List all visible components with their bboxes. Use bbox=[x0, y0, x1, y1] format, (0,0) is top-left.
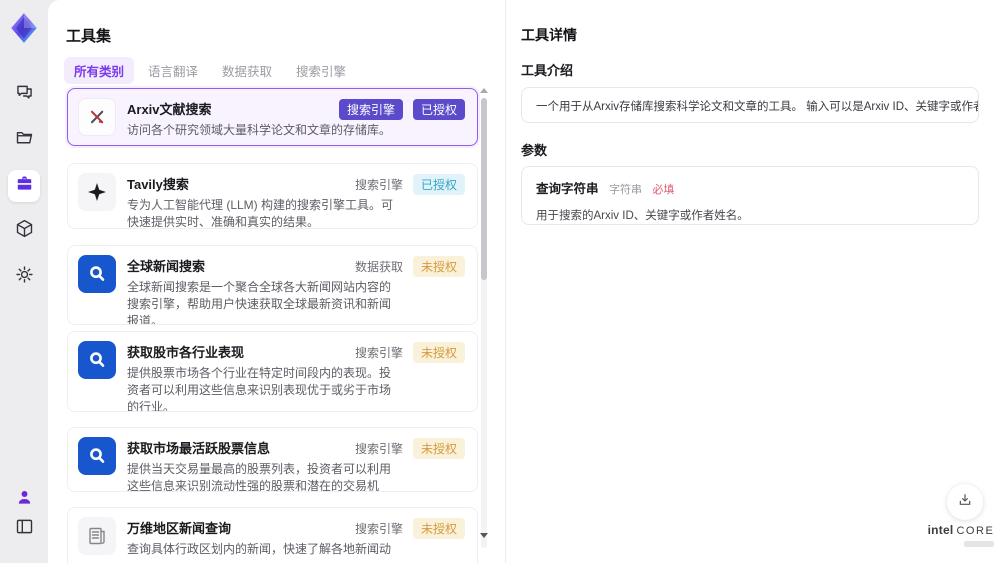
auth-badge: 未授权 bbox=[412, 518, 465, 539]
tool-card-tavily[interactable]: Tavily搜索 专为人工智能代理 (LLM) 构建的搜索引擎工具。可快速提供实… bbox=[67, 163, 478, 229]
core-logo-text: core bbox=[956, 525, 995, 537]
parameter-type: 字符串 bbox=[608, 184, 642, 196]
tab-data-acquisition[interactable]: 数据获取 bbox=[212, 57, 282, 84]
tool-card-most-active-stocks[interactable]: 获取市场最活跃股票信息 提供当天交易量最高的股票列表，投资者可以利用这些信息来识… bbox=[67, 427, 478, 492]
nav-packages-button[interactable] bbox=[8, 215, 40, 247]
blue-search-icon bbox=[78, 341, 116, 379]
category-badge: 搜索引擎 bbox=[354, 346, 403, 360]
app-gem-logo bbox=[7, 11, 41, 45]
tab-search-engine[interactable]: 搜索引擎 bbox=[286, 57, 356, 84]
category-badge: 搜索引擎 bbox=[354, 442, 403, 456]
briefcase-icon bbox=[14, 173, 35, 199]
category-badge: 搜索引擎 bbox=[354, 522, 403, 536]
params-heading: 参数 bbox=[521, 143, 548, 158]
nav-account-button[interactable] bbox=[8, 484, 40, 516]
auth-badge: 已授权 bbox=[412, 174, 465, 195]
intro-heading: 工具介绍 bbox=[521, 63, 574, 78]
category-badge: 数据获取 bbox=[354, 260, 403, 274]
tab-all-categories[interactable]: 所有类别 bbox=[64, 57, 135, 84]
tool-description: 提供当天交易量最高的股票列表，投资者可以利用这些信息来识别流动性强的股票和潜在的… bbox=[127, 462, 392, 492]
list-scrollbar-thumb[interactable] bbox=[481, 98, 487, 280]
tool-card-global-news[interactable]: 全球新闻搜索 全球新闻搜索是一个聚合全球各大新闻网站内容的搜索引擎，帮助用户快速… bbox=[67, 245, 478, 325]
parameter-header: 查询字符串 字符串 必填 bbox=[536, 178, 964, 198]
package-icon bbox=[14, 218, 35, 244]
parameter-description: 用于搜索的Arxiv ID、关键字或作者姓名。 bbox=[536, 210, 749, 222]
parameter-required-label: 必填 bbox=[652, 184, 675, 196]
download-button[interactable] bbox=[947, 484, 983, 520]
category-badge: 搜索引擎 bbox=[338, 99, 403, 120]
layout-panel-icon bbox=[14, 516, 35, 542]
nav-chat-button[interactable] bbox=[8, 79, 40, 111]
parameter-card: 查询字符串 字符串 必填 用于搜索的Arxiv ID、关键字或作者姓名。 bbox=[521, 166, 979, 225]
gear-icon bbox=[14, 264, 35, 290]
page-title: 工具集 bbox=[66, 28, 112, 45]
intro-text: 一个用于从Arxiv存储库搜索科学论文和文章的工具。 输入可以是Arxiv ID… bbox=[536, 101, 979, 113]
parameter-name: 查询字符串 bbox=[536, 182, 599, 196]
nav-tools-button[interactable] bbox=[8, 170, 40, 202]
blue-search-icon bbox=[78, 255, 116, 293]
tool-description: 访问各个研究领域大量科学论文和文章的存储库。 bbox=[127, 123, 392, 137]
category-badge: 搜索引擎 bbox=[354, 178, 403, 192]
arxiv-icon bbox=[78, 98, 116, 136]
scroll-down-arrow-icon[interactable] bbox=[480, 533, 488, 538]
newspaper-icon bbox=[78, 517, 116, 555]
tool-description: 专为人工智能代理 (LLM) 构建的搜索引擎工具。可快速提供实时、准确和真实的结… bbox=[127, 198, 394, 229]
left-nav-rail bbox=[0, 0, 48, 563]
tool-card-regional-news[interactable]: 万维地区新闻查询 查询具体行政区划内的新闻，快速了解各地新闻动 搜索引擎 未授权 bbox=[67, 507, 478, 563]
tavily-star-icon bbox=[78, 173, 116, 211]
auth-badge: 未授权 bbox=[412, 438, 465, 459]
nav-collapse-panel-button[interactable] bbox=[8, 513, 40, 545]
core-sublabel-mark bbox=[964, 541, 994, 547]
download-icon bbox=[957, 492, 973, 513]
tool-description: 提供股票市场各个行业在特定时间段内的表现。投资者可以利用这些信息来识别表现优于或… bbox=[127, 366, 392, 412]
nav-files-button[interactable] bbox=[8, 124, 40, 156]
folder-icon bbox=[14, 127, 35, 153]
user-icon bbox=[14, 487, 35, 513]
intel-logo-text: intel bbox=[927, 523, 954, 537]
main-surface: 工具集 所有类别 语言翻译 数据获取 搜索引擎 Arxiv文献搜索 访问各个研究… bbox=[48, 0, 1000, 563]
intel-core-logo: intel core bbox=[926, 521, 996, 547]
tool-description: 全球新闻搜索是一个聚合全球各大新闻网站内容的搜索引擎，帮助用户快速获取全球最新资… bbox=[127, 280, 392, 325]
tool-description: 查询具体行政区划内的新闻，快速了解各地新闻动 bbox=[127, 542, 392, 556]
auth-badge: 未授权 bbox=[412, 256, 465, 277]
category-tabs: 所有类别 语言翻译 数据获取 搜索引擎 bbox=[64, 57, 356, 84]
chat-icon bbox=[14, 82, 35, 108]
blue-search-icon bbox=[78, 437, 116, 475]
tab-language-translation[interactable]: 语言翻译 bbox=[138, 57, 208, 84]
intro-card: 一个用于从Arxiv存储库搜索科学论文和文章的工具。 输入可以是Arxiv ID… bbox=[521, 87, 979, 123]
auth-badge: 未授权 bbox=[412, 342, 465, 363]
detail-panel-title: 工具详情 bbox=[521, 27, 577, 43]
scroll-up-arrow-icon[interactable] bbox=[480, 88, 488, 93]
panel-divider bbox=[505, 0, 506, 563]
auth-badge: 已授权 bbox=[412, 99, 465, 120]
nav-settings-button[interactable] bbox=[8, 261, 40, 293]
tool-card-arxiv[interactable]: Arxiv文献搜索 访问各个研究领域大量科学论文和文章的存储库。 搜索引擎 已授… bbox=[67, 88, 478, 146]
tool-card-sector-performance[interactable]: 获取股市各行业表现 提供股票市场各个行业在特定时间段内的表现。投资者可以利用这些… bbox=[67, 331, 478, 412]
